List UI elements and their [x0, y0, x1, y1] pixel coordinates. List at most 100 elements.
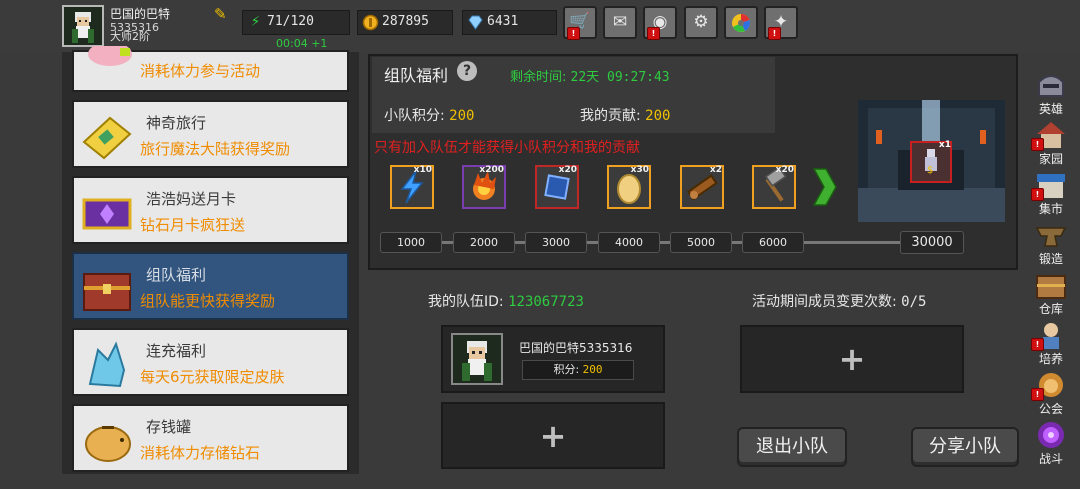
reward-qty: x2	[709, 165, 722, 175]
player-avatar[interactable]	[62, 5, 104, 47]
event-menu: 消耗体力参与活动 神奇旅行 旅行魔法大陆获得奖励 浩浩妈送月卡 钻石月卡疯狂送 …	[62, 46, 359, 474]
my-team-id: 我的队伍ID: 123067723	[428, 291, 584, 311]
gold-coin-icon	[362, 14, 379, 31]
gold-value: 287895	[382, 14, 429, 29]
team-score-value: 200	[449, 108, 475, 124]
team-score-label: 小队积分:	[384, 108, 445, 124]
reward-qty: x30	[630, 165, 649, 175]
menu-item-title: 神奇旅行	[146, 114, 207, 132]
nav-battle[interactable]: 战斗	[1028, 420, 1074, 466]
wizard-portrait-icon	[64, 7, 102, 45]
reward-slot[interactable]: x200	[462, 165, 506, 209]
color-wheel-button[interactable]	[724, 6, 758, 39]
milestone-1000: 1000	[380, 232, 442, 253]
piggy-bank-icon	[85, 426, 131, 462]
menu-item-title: 浩浩妈送月卡	[146, 190, 237, 208]
diamond-icon	[467, 14, 484, 31]
wizard-portrait-icon	[453, 335, 501, 383]
menu-item-sub: 每天6元获取限定皮肤	[140, 368, 285, 386]
nav-hero[interactable]: 英雄	[1028, 70, 1074, 116]
remaining-label: 剩余时间:	[510, 70, 567, 85]
color-wheel-icon	[732, 13, 750, 32]
leave-team-button[interactable]: 退出小队	[737, 427, 847, 467]
anvil-icon	[1035, 227, 1067, 247]
stamina-counter: ⚡ 71/120	[242, 10, 350, 35]
nav-label: 锻造	[1038, 252, 1063, 266]
add-member-icon: +	[539, 416, 567, 455]
nav-label: 战斗	[1038, 452, 1063, 466]
final-reward-qty: x1	[938, 140, 951, 150]
alert-badge: !	[768, 27, 781, 40]
nav-guild[interactable]: ! 公会	[1028, 370, 1074, 416]
reward-qty: x10	[413, 165, 432, 175]
menu-item-sub: 钻石月卡疯狂送	[140, 216, 246, 234]
menu-item-sub: 旅行魔法大陆获得奖励	[140, 140, 291, 158]
player-name: 巴国的巴特	[110, 7, 171, 21]
settings-button[interactable]: ⚙	[684, 6, 718, 39]
menu-item-recharge-bonus[interactable]: 连充福利 每天6元获取限定皮肤	[72, 328, 349, 396]
member-score-label: 积分:	[553, 363, 580, 376]
final-reward-slot[interactable]: $ x1	[910, 140, 952, 183]
join-team-notice: 只有加入队伍才能获得小队积分和我的贡献	[374, 140, 640, 156]
warehouse-icon	[1036, 275, 1066, 299]
mail-button[interactable]: ✉	[603, 6, 637, 39]
menu-item-piggy-bank[interactable]: 存钱罐 消耗体力存储钻石	[72, 404, 349, 472]
help-icon[interactable]: ?	[457, 61, 477, 81]
shop-button[interactable]: 🛒 !	[563, 6, 597, 40]
panel-title: 组队福利	[384, 66, 449, 85]
helmet-icon	[1038, 75, 1064, 97]
progress-connector	[793, 241, 903, 244]
mail-icon: ✉	[612, 12, 628, 32]
next-arrow-icon[interactable]	[812, 165, 838, 209]
milestone-final: 30000	[900, 231, 964, 254]
gear-icon: ⚙	[693, 12, 709, 32]
nav-cultivate[interactable]: ! 培养	[1028, 320, 1074, 366]
add-member-icon: +	[838, 340, 866, 378]
member-avatar	[451, 333, 503, 385]
member-changes-value: 0/5	[901, 294, 927, 310]
nav-market[interactable]: ! 集市	[1028, 170, 1074, 216]
travel-ticket-icon	[82, 116, 132, 160]
stamina-value: 71/120	[267, 14, 314, 29]
member-name: 巴国的巴特5335316	[519, 341, 633, 355]
nav-label: 公会	[1038, 402, 1063, 416]
reward-slot[interactable]: x30	[607, 165, 651, 209]
nav-label: 英雄	[1038, 102, 1063, 116]
nav-label: 家园	[1038, 152, 1063, 166]
nav-label: 培养	[1038, 352, 1063, 366]
remaining-time: 剩余时间: 22天 09:27:43	[510, 66, 670, 85]
milestone-5000: 5000	[670, 232, 732, 253]
menu-item-title: 组队福利	[146, 266, 207, 284]
nav-forge[interactable]: 锻造	[1028, 220, 1074, 266]
monthly-card-icon	[82, 198, 132, 230]
menu-item-monthly-card[interactable]: 浩浩妈送月卡 钻石月卡疯狂送	[72, 176, 349, 244]
menu-item-magic-travel[interactable]: 神奇旅行 旅行魔法大陆获得奖励	[72, 100, 349, 168]
reward-slot[interactable]: x20	[535, 165, 579, 209]
milestone-6000: 6000	[742, 232, 804, 253]
player-rank: 大师2阶	[110, 30, 150, 43]
my-team-id-value: 123067723	[508, 294, 584, 310]
member-score-value: 200	[582, 363, 603, 376]
broom-button[interactable]: ✦ !	[764, 6, 798, 40]
gamepad-button[interactable]: ◉ !	[643, 6, 677, 40]
nav-warehouse[interactable]: 仓库	[1028, 270, 1074, 316]
reward-slot[interactable]: x2	[680, 165, 724, 209]
portal-icon	[1038, 422, 1064, 448]
svg-text:$: $	[927, 165, 933, 176]
nav-home[interactable]: ! 家园	[1028, 120, 1074, 166]
reward-qty: x20	[558, 165, 577, 175]
member-slot-empty[interactable]: +	[740, 325, 964, 393]
reward-slot[interactable]: x20	[752, 165, 796, 209]
pig-icon	[88, 46, 132, 66]
reward-slot[interactable]: x10	[390, 165, 434, 209]
lightning-icon: ⚡	[250, 14, 261, 30]
edit-icon[interactable]: ✎	[214, 6, 230, 22]
share-team-button[interactable]: 分享小队	[911, 427, 1019, 467]
member-slot-empty[interactable]: +	[441, 402, 665, 469]
reward-qty: x200	[479, 165, 504, 175]
menu-item-stamina-event[interactable]: 消耗体力参与活动	[72, 46, 349, 92]
remaining-value: 22天 09:27:43	[570, 70, 670, 85]
menu-item-team-bonus[interactable]: 组队福利 组队能更快获得奖励	[72, 252, 349, 320]
member-changes-label: 活动期间成员变更次数:	[752, 294, 897, 310]
member-slot-filled[interactable]	[441, 325, 665, 393]
